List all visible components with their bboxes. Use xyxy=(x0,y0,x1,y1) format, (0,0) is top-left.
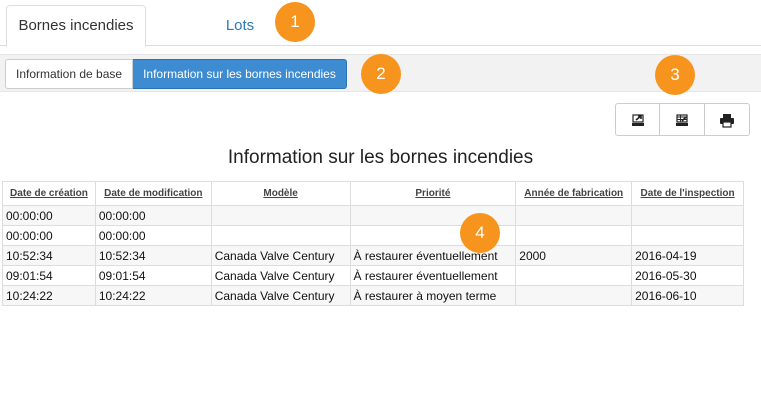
cell-date-creation: 09:01:54 xyxy=(2,265,96,286)
subtab-information-de-base[interactable]: Information de base xyxy=(5,59,134,89)
cell-date-modification: 00:00:00 xyxy=(94,225,212,246)
col-modele[interactable]: Modèle xyxy=(210,181,351,206)
col-annee-fabrication[interactable]: Année de fabrication xyxy=(515,181,633,206)
cell-annee: 2000 xyxy=(515,245,633,266)
subtab-information-bornes[interactable]: Information sur les bornes incendies xyxy=(133,59,347,89)
cell-modele xyxy=(210,205,351,226)
cell-date-modification: 10:24:22 xyxy=(94,285,212,306)
export-icon xyxy=(631,113,644,126)
table-row[interactable]: 00:00:00 00:00:00 xyxy=(2,205,744,226)
col-date-modification[interactable]: Date de modification xyxy=(94,181,212,206)
tab-lots[interactable]: Lots xyxy=(205,5,275,47)
cell-date-inspection xyxy=(631,225,744,246)
table-row[interactable]: 10:52:34 10:52:34 Canada Valve Century À… xyxy=(2,245,744,266)
page-title: Information sur les bornes incendies xyxy=(227,147,534,168)
callout-badge-3: 3 xyxy=(655,55,695,95)
cell-date-inspection: 2016-05-30 xyxy=(631,265,744,286)
export-excel-button[interactable] xyxy=(660,103,705,136)
cell-date-creation: 00:00:00 xyxy=(2,225,96,246)
export-excel-icon xyxy=(676,113,688,126)
callout-badge-2: 2 xyxy=(361,54,401,94)
cell-date-modification: 10:52:34 xyxy=(94,245,212,266)
table-row[interactable]: 10:24:22 10:24:22 Canada Valve Century À… xyxy=(2,285,744,306)
cell-date-inspection: 2016-06-10 xyxy=(631,285,744,306)
table-header-row: Date de création Date de modification Mo… xyxy=(2,181,744,206)
callout-badge-1: 1 xyxy=(275,2,315,42)
table-row[interactable]: 09:01:54 09:01:54 Canada Valve Century À… xyxy=(2,265,744,286)
callout-badge-4: 4 xyxy=(460,213,500,253)
cell-modele xyxy=(210,225,351,246)
cell-date-modification: 00:00:00 xyxy=(94,205,212,226)
cell-annee xyxy=(515,205,633,226)
cell-date-inspection xyxy=(631,205,744,226)
cell-annee xyxy=(515,265,633,286)
cell-date-modification: 09:01:54 xyxy=(94,265,212,286)
col-date-inspection[interactable]: Date de l'inspection xyxy=(631,181,744,206)
cell-date-creation: 10:24:22 xyxy=(2,285,96,306)
main-tabs: Bornes incendies Lots xyxy=(0,0,761,47)
tab-bornes-incendies[interactable]: Bornes incendies xyxy=(6,5,146,47)
print-button[interactable] xyxy=(705,103,750,136)
cell-modele: Canada Valve Century xyxy=(210,265,351,286)
table-row[interactable]: 00:00:00 00:00:00 xyxy=(2,225,744,246)
cell-date-creation: 10:52:34 xyxy=(2,245,96,266)
cell-modele: Canada Valve Century xyxy=(210,285,351,306)
export-button[interactable] xyxy=(615,103,660,136)
cell-annee xyxy=(515,285,633,306)
col-date-creation[interactable]: Date de création xyxy=(2,181,96,206)
print-icon xyxy=(720,113,734,128)
cell-priorite: À restaurer éventuellement xyxy=(349,265,517,286)
cell-annee xyxy=(515,225,633,246)
export-toolbar xyxy=(615,103,750,136)
cell-modele: Canada Valve Century xyxy=(210,245,351,266)
cell-priorite: À restaurer à moyen terme xyxy=(349,285,517,306)
cell-date-creation: 00:00:00 xyxy=(2,205,96,226)
hydrant-table: Date de création Date de modification Mo… xyxy=(2,181,744,306)
sub-tab-group: Information de base Information sur les … xyxy=(5,59,347,89)
col-priorite[interactable]: Priorité xyxy=(349,181,517,206)
cell-date-inspection: 2016-04-19 xyxy=(631,245,744,266)
